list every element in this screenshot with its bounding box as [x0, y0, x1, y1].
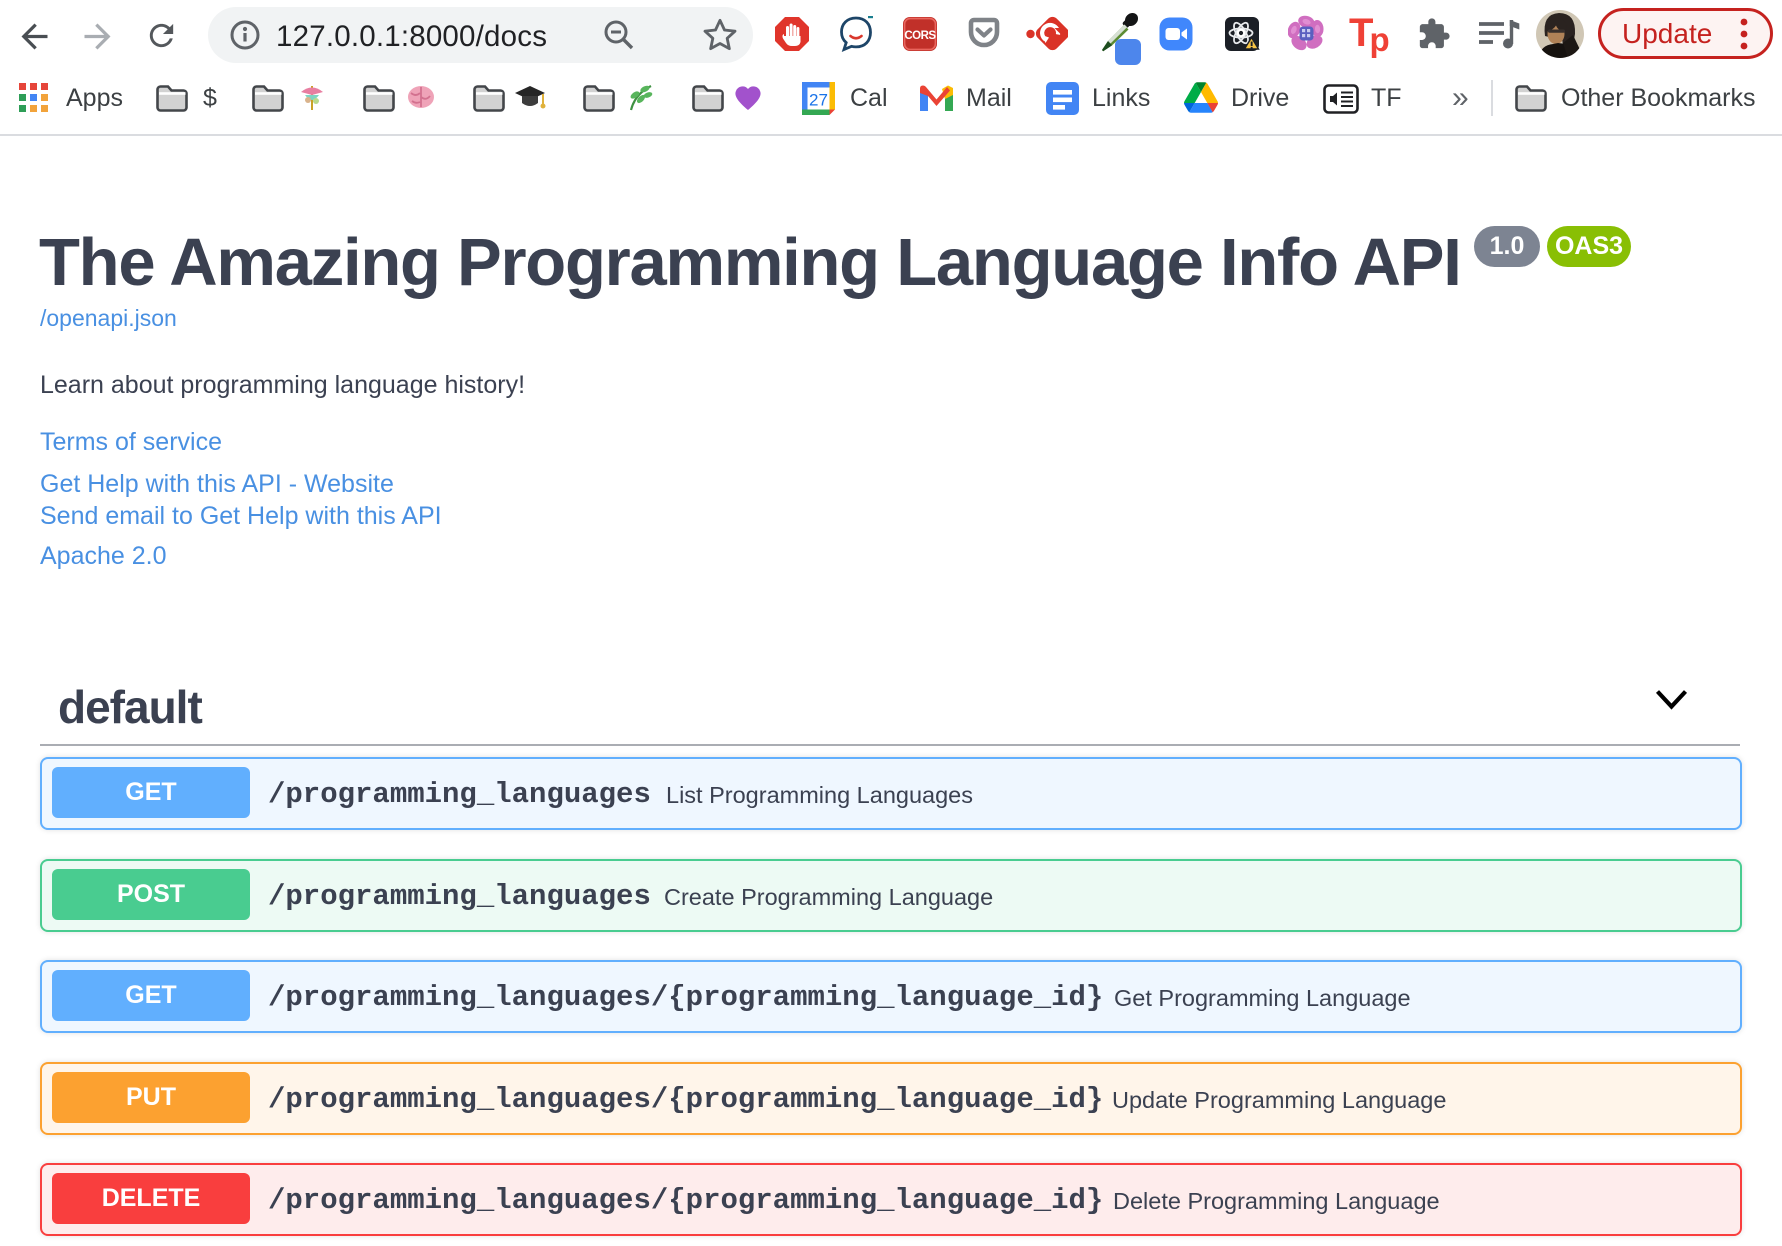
svg-text:27: 27 — [809, 91, 828, 110]
svg-text:CORS: CORS — [904, 30, 936, 42]
